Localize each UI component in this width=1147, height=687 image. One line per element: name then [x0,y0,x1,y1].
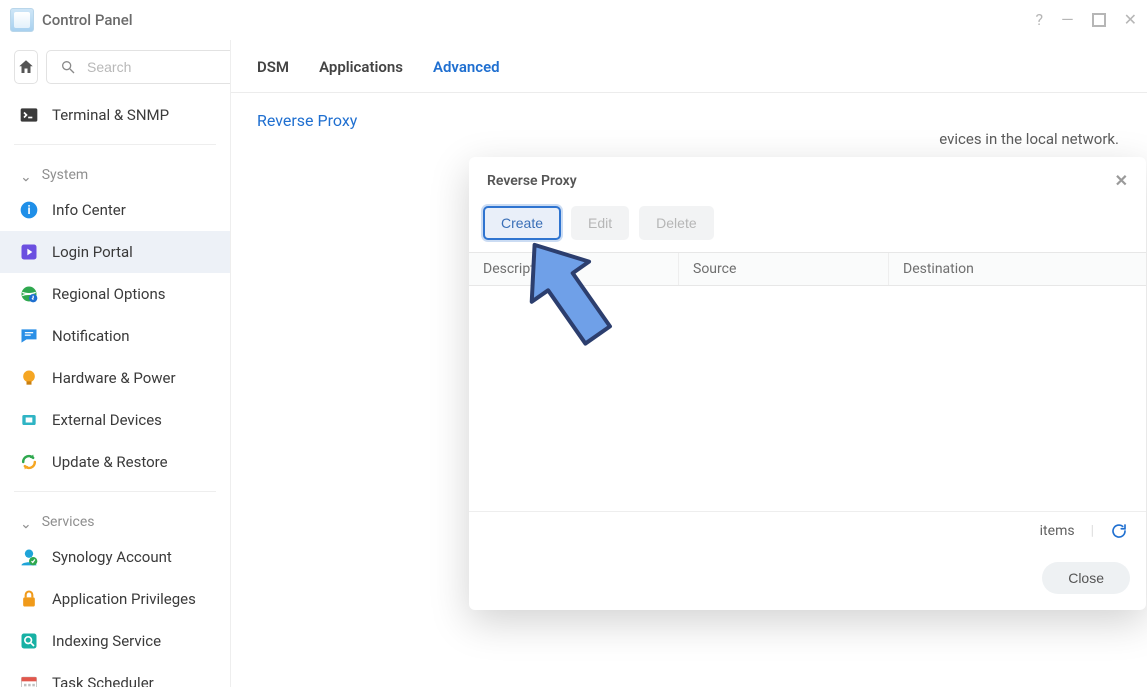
search-input[interactable] [87,59,230,75]
section-description-fragment: evices in the local network. [939,130,1119,148]
sidebar-item-label: Application Privileges [52,590,196,608]
app-icon [10,8,34,32]
sidebar-item-update-restore[interactable]: Update & Restore [0,441,230,483]
modal-toolbar: Create Edit Delete [469,200,1146,252]
sidebar-item-hardware-power[interactable]: Hardware & Power [0,357,230,399]
bulb-icon [18,367,40,389]
sidebar-item-label: Update & Restore [52,453,168,471]
maximize-icon[interactable] [1092,13,1106,27]
svg-text:i: i [27,203,30,217]
sidebar-item-label: Terminal & SNMP [52,106,169,124]
sidebar-item-label: Login Portal [52,243,133,261]
search-icon [57,56,79,78]
reverse-proxy-modal: Reverse Proxy ✕ Create Edit Delete Descr… [469,157,1146,610]
modal-close-icon[interactable]: ✕ [1115,171,1128,190]
sidebar-section-label: Services [42,514,95,530]
usb-icon [18,409,40,431]
sidebar-item-label: Indexing Service [52,632,161,650]
window-title: Control Panel [42,11,133,29]
body-area: Terminal & SNMP ⌃ System i Info Center L… [0,40,1147,687]
calendar-icon [18,672,40,687]
table-header: Description Source Destination [469,252,1146,286]
tabs: DSM Applications Advanced [231,40,1147,93]
sidebar-item-external-devices[interactable]: External Devices [0,399,230,441]
sidebar-item-indexing-service[interactable]: Indexing Service [0,620,230,662]
items-count-label: items [1040,523,1075,539]
sync-icon [18,451,40,473]
titlebar: Control Panel ? — ✕ [0,0,1147,40]
sidebar-item-label: Notification [52,327,130,345]
globe-icon [18,283,40,305]
sidebar-divider [14,491,216,492]
sidebar: Terminal & SNMP ⌃ System i Info Center L… [0,40,230,687]
sidebar-item-label: Info Center [52,201,126,219]
titlebar-controls: ? — ✕ [1036,12,1137,28]
close-icon[interactable]: ✕ [1124,12,1137,28]
sidebar-item-label: Synology Account [52,548,172,566]
edit-button: Edit [571,206,629,240]
sidebar-item-synology-account[interactable]: Synology Account [0,536,230,578]
col-source[interactable]: Source [679,253,889,285]
sidebar-item-label: Regional Options [52,285,166,303]
sidebar-item-application-privileges[interactable]: Application Privileges [0,578,230,620]
chevron-up-icon: ⌃ [20,514,32,530]
sidebar-item-terminal-snmp[interactable]: Terminal & SNMP [0,94,230,136]
close-button[interactable]: Close [1042,562,1130,594]
tab-applications[interactable]: Applications [319,58,403,80]
help-icon[interactable]: ? [1036,12,1044,28]
modal-actions: Close [469,550,1146,610]
sidebar-item-label: Hardware & Power [52,369,176,387]
section-title: Reverse Proxy [257,111,1121,130]
search-doc-icon [18,630,40,652]
search-field[interactable] [46,50,230,84]
modal-title: Reverse Proxy [487,173,577,189]
create-button[interactable]: Create [483,206,561,240]
terminal-icon [18,104,40,126]
main-panel: DSM Applications Advanced Reverse Proxy … [230,40,1147,687]
sidebar-item-task-scheduler[interactable]: Task Scheduler [0,662,230,687]
col-description[interactable]: Description [469,253,679,285]
refresh-icon[interactable] [1106,522,1132,540]
sidebar-item-label: Task Scheduler [52,674,154,687]
sidebar-section-services[interactable]: ⌃ Services [0,500,230,536]
tab-advanced[interactable]: Advanced [433,58,500,80]
info-icon: i [18,199,40,221]
sidebar-item-label: External Devices [52,411,162,429]
table-body-empty [469,286,1146,511]
delete-button: Delete [639,206,713,240]
home-button[interactable] [14,50,38,84]
main-content: Reverse Proxy evices in the local networ… [231,93,1147,158]
sidebar-item-regional-options[interactable]: Regional Options [0,273,230,315]
home-icon [15,56,37,78]
titlebar-left: Control Panel [10,8,133,32]
sidebar-item-notification[interactable]: Notification [0,315,230,357]
minimize-icon[interactable]: — [1061,12,1074,28]
chevron-up-icon: ⌃ [20,167,32,183]
sidebar-divider [14,144,216,145]
modal-footer: items | [469,511,1146,550]
sidebar-item-login-portal[interactable]: Login Portal [0,231,230,273]
tab-dsm[interactable]: DSM [257,58,289,80]
chat-icon [18,325,40,347]
account-icon [18,546,40,568]
lock-icon [18,588,40,610]
login-portal-icon [18,241,40,263]
sidebar-section-system[interactable]: ⌃ System [0,153,230,189]
sidebar-item-info-center[interactable]: i Info Center [0,189,230,231]
col-destination[interactable]: Destination [889,253,1146,285]
sidebar-section-label: System [42,167,88,183]
